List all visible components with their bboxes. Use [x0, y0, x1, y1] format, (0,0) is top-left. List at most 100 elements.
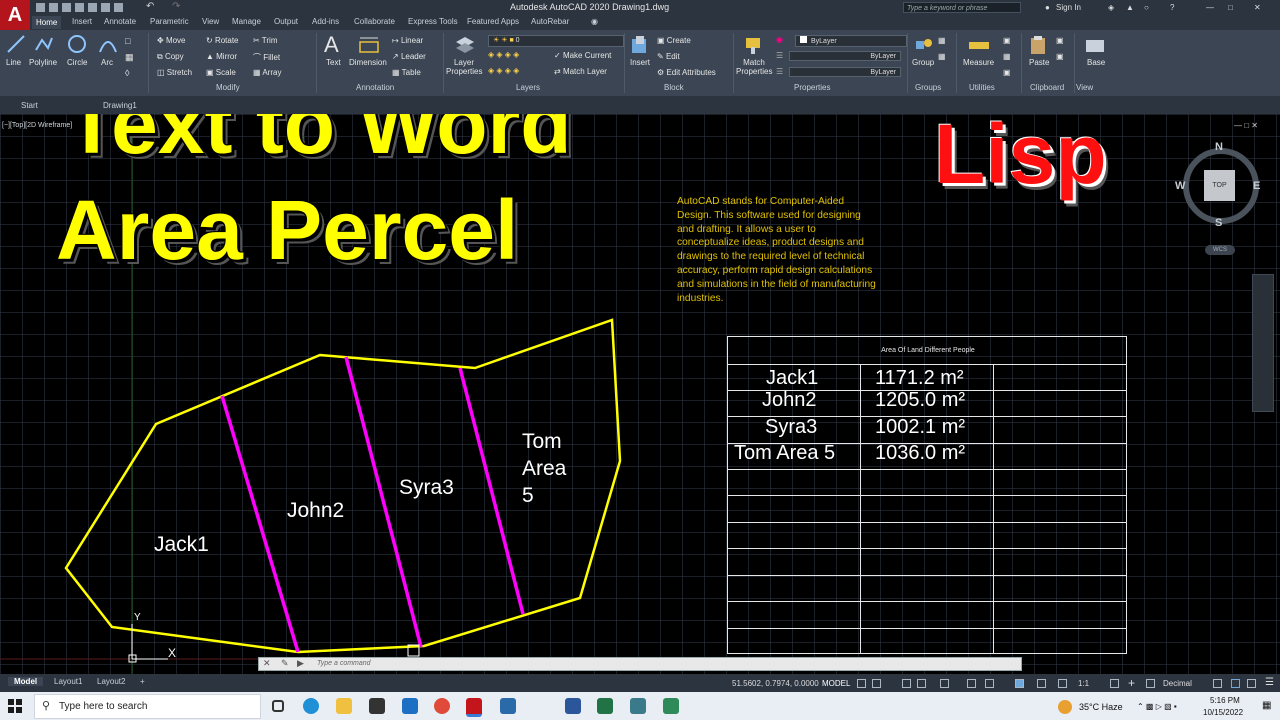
isodraft-icon[interactable] — [940, 679, 949, 688]
weather-icon[interactable] — [1058, 700, 1072, 714]
model-space-toggle[interactable]: MODEL — [822, 679, 850, 688]
mail-icon[interactable] — [402, 698, 418, 714]
chrome-icon[interactable] — [434, 698, 450, 714]
compass-south[interactable]: S — [1215, 217, 1222, 229]
units-icon[interactable] — [1146, 679, 1155, 688]
create-block-button[interactable]: ▣ Create — [657, 36, 691, 45]
array-button[interactable]: ▦ Array — [253, 68, 281, 77]
close-icon[interactable]: ✕ — [1254, 3, 1261, 12]
annomonitor-plus-icon[interactable]: + — [1128, 676, 1135, 690]
autocad-taskbar-icon[interactable] — [466, 698, 482, 717]
utilities-panel-label[interactable]: Utilities — [969, 83, 995, 92]
share-icon[interactable] — [114, 3, 123, 12]
isolate-objects-icon[interactable] — [1213, 679, 1222, 688]
insert-button[interactable]: Insert — [630, 58, 650, 67]
copy-button[interactable]: ⧉ Copy — [157, 52, 184, 62]
calculator-icon[interactable]: ▦ — [1003, 52, 1011, 61]
linear-button[interactable]: ↦ Linear — [392, 36, 423, 45]
command-customize-icon[interactable]: ✎ — [281, 658, 289, 669]
help-icon[interactable]: ? — [1170, 3, 1174, 12]
id-point-icon[interactable]: ▣ — [1003, 68, 1011, 77]
wcs-menu[interactable]: WCS — [1205, 245, 1235, 255]
circle-button[interactable]: Circle — [67, 58, 87, 67]
polyline-button[interactable]: Polyline — [29, 58, 57, 67]
hardware-acceleration-icon[interactable] — [1231, 679, 1240, 688]
tab-featured-apps[interactable]: Featured Apps — [467, 17, 519, 26]
layers-panel-label[interactable]: Layers — [516, 83, 540, 92]
autocad-lt-taskbar-icon[interactable] — [500, 698, 516, 714]
grid-icon[interactable] — [857, 679, 866, 688]
workspace-gear-icon[interactable] — [1110, 679, 1119, 688]
line-button[interactable]: Line — [6, 58, 21, 67]
command-recent-icon[interactable]: ▶ — [297, 658, 304, 669]
rotate-button[interactable]: ↻ Rotate — [206, 36, 239, 45]
ungroup-icon[interactable]: ▦ — [938, 36, 946, 45]
trim-button[interactable]: ✂ Trim — [253, 36, 277, 45]
tab-parametric[interactable]: Parametric — [150, 17, 189, 26]
save-icon[interactable] — [62, 3, 71, 12]
arc-button[interactable]: Arc — [101, 58, 113, 67]
edit-block-button[interactable]: ✎ Edit — [657, 52, 680, 61]
file-explorer-icon[interactable] — [336, 698, 352, 714]
layer-tools-icons[interactable]: ◈ ◈ ◈ ◈ — [488, 50, 519, 59]
copy-clip-icon[interactable]: ▣ — [1056, 52, 1064, 61]
leader-button[interactable]: ↗ Leader — [392, 52, 426, 61]
tab-annotate[interactable]: Annotate — [104, 17, 136, 26]
tab-manage[interactable]: Manage — [232, 17, 261, 26]
word-icon[interactable] — [565, 698, 581, 714]
fillet-button[interactable]: ⌒ Fillet — [253, 52, 280, 63]
weather-text[interactable]: 35°C Haze — [1079, 702, 1123, 712]
restore-icon[interactable]: □ — [1228, 3, 1233, 12]
dimension-button[interactable]: Dimension — [349, 58, 387, 67]
tab-insert[interactable]: Insert — [72, 17, 92, 26]
clean-screen-icon[interactable] — [1247, 679, 1256, 688]
rectangle-icon[interactable]: □ — [125, 36, 130, 46]
snap-icon[interactable] — [872, 679, 881, 688]
start-tab[interactable]: Start — [21, 101, 38, 110]
user-icon[interactable]: ● — [1045, 3, 1050, 12]
block-panel-label[interactable]: Block — [664, 83, 684, 92]
redo-icon[interactable]: ↷ — [172, 1, 180, 12]
drawing-canvas[interactable]: [−][Top][2D Wireframe] — □ ✕ Y X Jack1 J… — [0, 114, 1280, 674]
cart-icon[interactable]: ◈ — [1108, 3, 1114, 12]
open-file-icon[interactable] — [49, 3, 58, 12]
minimize-icon[interactable]: — — [1206, 3, 1214, 12]
viewcube-top-face[interactable]: TOP — [1204, 170, 1235, 201]
hatch-icon[interactable]: ▦ — [125, 52, 134, 63]
help-search-input[interactable]: Type a keyword or phrase — [903, 2, 1021, 13]
stretch-button[interactable]: ◫ Stretch — [157, 68, 192, 77]
drawing1-tab[interactable]: Drawing1 — [103, 101, 137, 110]
compass-east[interactable]: E — [1253, 180, 1260, 192]
tab-home[interactable]: Home — [32, 16, 62, 29]
modify-panel-label[interactable]: Modify — [216, 83, 240, 92]
color-dropdown[interactable]: ByLayer — [795, 35, 907, 47]
app-icon[interactable] — [630, 698, 646, 714]
windows-start-icon[interactable] — [8, 699, 22, 713]
tab-view[interactable]: View — [202, 17, 219, 26]
ortho-icon[interactable] — [902, 679, 911, 688]
tab-layout2[interactable]: Layout2 — [97, 677, 125, 686]
tray-icons[interactable]: ⌃ ▩ ▷ ▧ ▪ — [1137, 702, 1177, 711]
command-line[interactable]: ✕ ✎ ▶ Type a command — [258, 657, 1022, 671]
layer-dropdown[interactable]: ☀ ☀ ■ 0 — [488, 35, 624, 47]
edge-browser-icon[interactable] — [303, 698, 319, 714]
save-as-icon[interactable] — [75, 3, 84, 12]
scale-button[interactable]: ▣ Scale — [206, 68, 236, 77]
layer-properties-button[interactable]: Layer Properties — [446, 58, 482, 76]
undo-icon[interactable]: ↶ — [146, 1, 154, 12]
properties-panel-label[interactable]: Properties — [794, 83, 830, 92]
selection-cycling-icon[interactable] — [1037, 679, 1046, 688]
tab-output[interactable]: Output — [274, 17, 298, 26]
annotation-panel-label[interactable]: Annotation — [356, 83, 394, 92]
groups-panel-label[interactable]: Groups — [915, 83, 941, 92]
account-icon[interactable]: ○ — [1144, 3, 1149, 12]
lineweight-toggle-icon[interactable] — [1015, 679, 1024, 688]
task-view-icon[interactable] — [272, 700, 284, 712]
sign-in-link[interactable]: Sign In — [1056, 3, 1081, 12]
match-layer-button[interactable]: ⇄ Match Layer — [554, 67, 607, 76]
app-icon-2[interactable] — [663, 698, 679, 714]
tab-layout1[interactable]: Layout1 — [54, 677, 82, 686]
clock-time[interactable]: 5:16 PM — [1210, 696, 1240, 705]
web-mobile-icon[interactable] — [88, 3, 97, 12]
group-button[interactable]: Group — [912, 58, 934, 67]
